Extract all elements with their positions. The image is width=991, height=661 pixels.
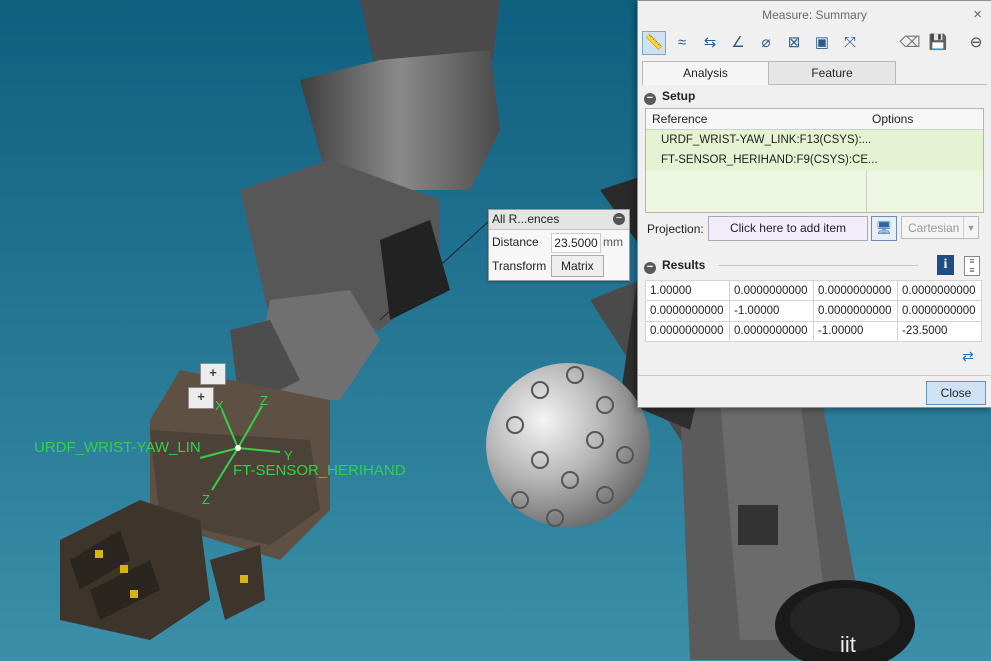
angle-icon[interactable]: ∠ (726, 31, 750, 55)
distance-icon[interactable]: ⇆ (698, 31, 722, 55)
length-curve-icon[interactable]: ≈ (670, 31, 694, 55)
reference-item-label: FT-SENSOR_HERIHAND:F9(CSYS):CE... (661, 154, 878, 166)
matrix-cell: 0.0000000000 (813, 279, 898, 302)
distance-value: 23.5000 (551, 233, 601, 253)
dialog-tabs: Analysis Feature (642, 59, 987, 85)
divider (718, 265, 918, 266)
results-matrix: 1.00000 0.0000000000 0.0000000000 0.0000… (645, 279, 982, 343)
distance-label: Distance (492, 235, 539, 249)
spherical-joint-model (486, 363, 650, 527)
reference-item[interactable]: URDF_WRIST-YAW_LINK:F13(CSYS):... (646, 130, 983, 150)
dialog-title: Measure: Summary (762, 8, 867, 22)
collapse-icon[interactable]: − (613, 213, 625, 225)
table-row: 0.0000000000 0.0000000000 -1.00000 -23.5… (645, 320, 982, 343)
distance-row: Distance 23.5000 mm (489, 230, 629, 254)
matrix-cell: 0.0000000000 (729, 320, 814, 343)
wrist-csys-label[interactable]: URDF_WRIST-YAW_LIN (34, 439, 201, 456)
close-button[interactable]: Close (926, 381, 986, 405)
projection-mode-select[interactable]: Cartesian ▼ (901, 216, 979, 240)
save-icon[interactable]: 💾 (926, 31, 950, 55)
transform-icon[interactable]: ⤧ (838, 31, 862, 55)
reference-item[interactable]: FT-SENSOR_HERIHAND:F9(CSYS):CE... (646, 150, 983, 170)
results-section-header[interactable]: − Results (644, 256, 705, 274)
minimize-icon[interactable]: ⊖ (964, 31, 988, 55)
divider (638, 375, 991, 376)
matrix-button[interactable]: Matrix (551, 255, 604, 277)
ruler-icon[interactable]: 📏 (642, 31, 666, 55)
matrix-cell: 0.0000000000 (897, 279, 982, 302)
matrix-cell: -1.00000 (813, 320, 898, 343)
z-axis-label: Z (260, 393, 268, 408)
monitor-icon[interactable]: 🖥 (871, 216, 897, 241)
close-icon[interactable]: × (973, 1, 982, 29)
matrix-cell: 0.0000000000 (645, 320, 730, 343)
y-axis-label: Y (284, 448, 293, 463)
expand-button-2[interactable]: + (188, 387, 214, 409)
refresh-icon[interactable]: ⇄ (962, 348, 974, 365)
matrix-cell: 0.0000000000 (897, 300, 982, 322)
dialog-titlebar[interactable]: Measure: Summary × (638, 1, 991, 29)
callout-header: All R...ences − (489, 210, 629, 230)
transform-label: Transform (492, 259, 547, 273)
collapse-icon[interactable]: − (644, 93, 656, 105)
eraser-icon[interactable]: ⌫ (898, 31, 922, 55)
collapse-icon[interactable]: − (644, 262, 656, 274)
matrix-cell: 0.0000000000 (645, 300, 730, 322)
matrix-cell: 0.0000000000 (729, 279, 814, 302)
info-icon[interactable]: i (937, 255, 954, 275)
options-header: Options (872, 112, 914, 126)
projection-mode-value: Cartesian (908, 221, 960, 235)
area-icon[interactable]: ⊠ (782, 31, 806, 55)
expand-button[interactable]: + (200, 363, 226, 385)
tab-feature[interactable]: Feature (768, 61, 896, 84)
callout-title: All R...ences (492, 212, 560, 226)
reference-item-label: URDF_WRIST-YAW_LINK:F13(CSYS):... (661, 134, 872, 146)
matrix-cell: 1.00000 (645, 279, 730, 302)
volume-icon[interactable]: ▣ (810, 31, 834, 55)
matrix-cell: -1.00000 (729, 300, 814, 322)
table-row: 1.00000 0.0000000000 0.0000000000 0.0000… (645, 279, 982, 302)
measure-dialog: Measure: Summary × 📏 ≈ ⇆ ∠ ⌀ ⊠ ▣ ⤧ ⌫ 💾 ⊖… (637, 0, 991, 408)
setup-section-header[interactable]: − Setup (644, 87, 695, 105)
tab-analysis[interactable]: Analysis (642, 61, 769, 85)
iit-logo: iit (840, 632, 856, 657)
measurement-callout[interactable]: All R...ences − Distance 23.5000 mm Tran… (488, 209, 630, 281)
transform-row: Transform Matrix (489, 254, 629, 278)
matrix-cell: 0.0000000000 (813, 300, 898, 322)
reference-header-row: Reference Options (646, 109, 983, 130)
setup-label: Setup (662, 89, 696, 103)
diameter-icon[interactable]: ⌀ (754, 31, 778, 55)
matrix-cell: -23.5000 (897, 320, 982, 343)
projection-label: Projection: (647, 222, 704, 236)
projection-input[interactable]: Click here to add item (708, 216, 868, 241)
reference-header: Reference (652, 112, 708, 126)
table-row: 0.0000000000 -1.00000 0.0000000000 0.000… (645, 300, 982, 322)
distance-unit: mm (603, 235, 623, 249)
sensor-csys-label[interactable]: FT-SENSOR_HERIHAND (233, 462, 406, 479)
chevron-down-icon[interactable]: ▼ (963, 217, 978, 240)
reference-list[interactable]: Reference Options URDF_WRIST-YAW_LINK:F1… (645, 108, 984, 213)
x-axis-label: X (215, 398, 224, 413)
measure-toolbar: 📏 ≈ ⇆ ∠ ⌀ ⊠ ▣ ⤧ ⌫ 💾 ⊖ (642, 29, 987, 57)
details-icon[interactable]: ≡ ≡ (964, 256, 980, 276)
z-axis-label-2: Z (202, 492, 210, 507)
results-label: Results (662, 258, 706, 272)
